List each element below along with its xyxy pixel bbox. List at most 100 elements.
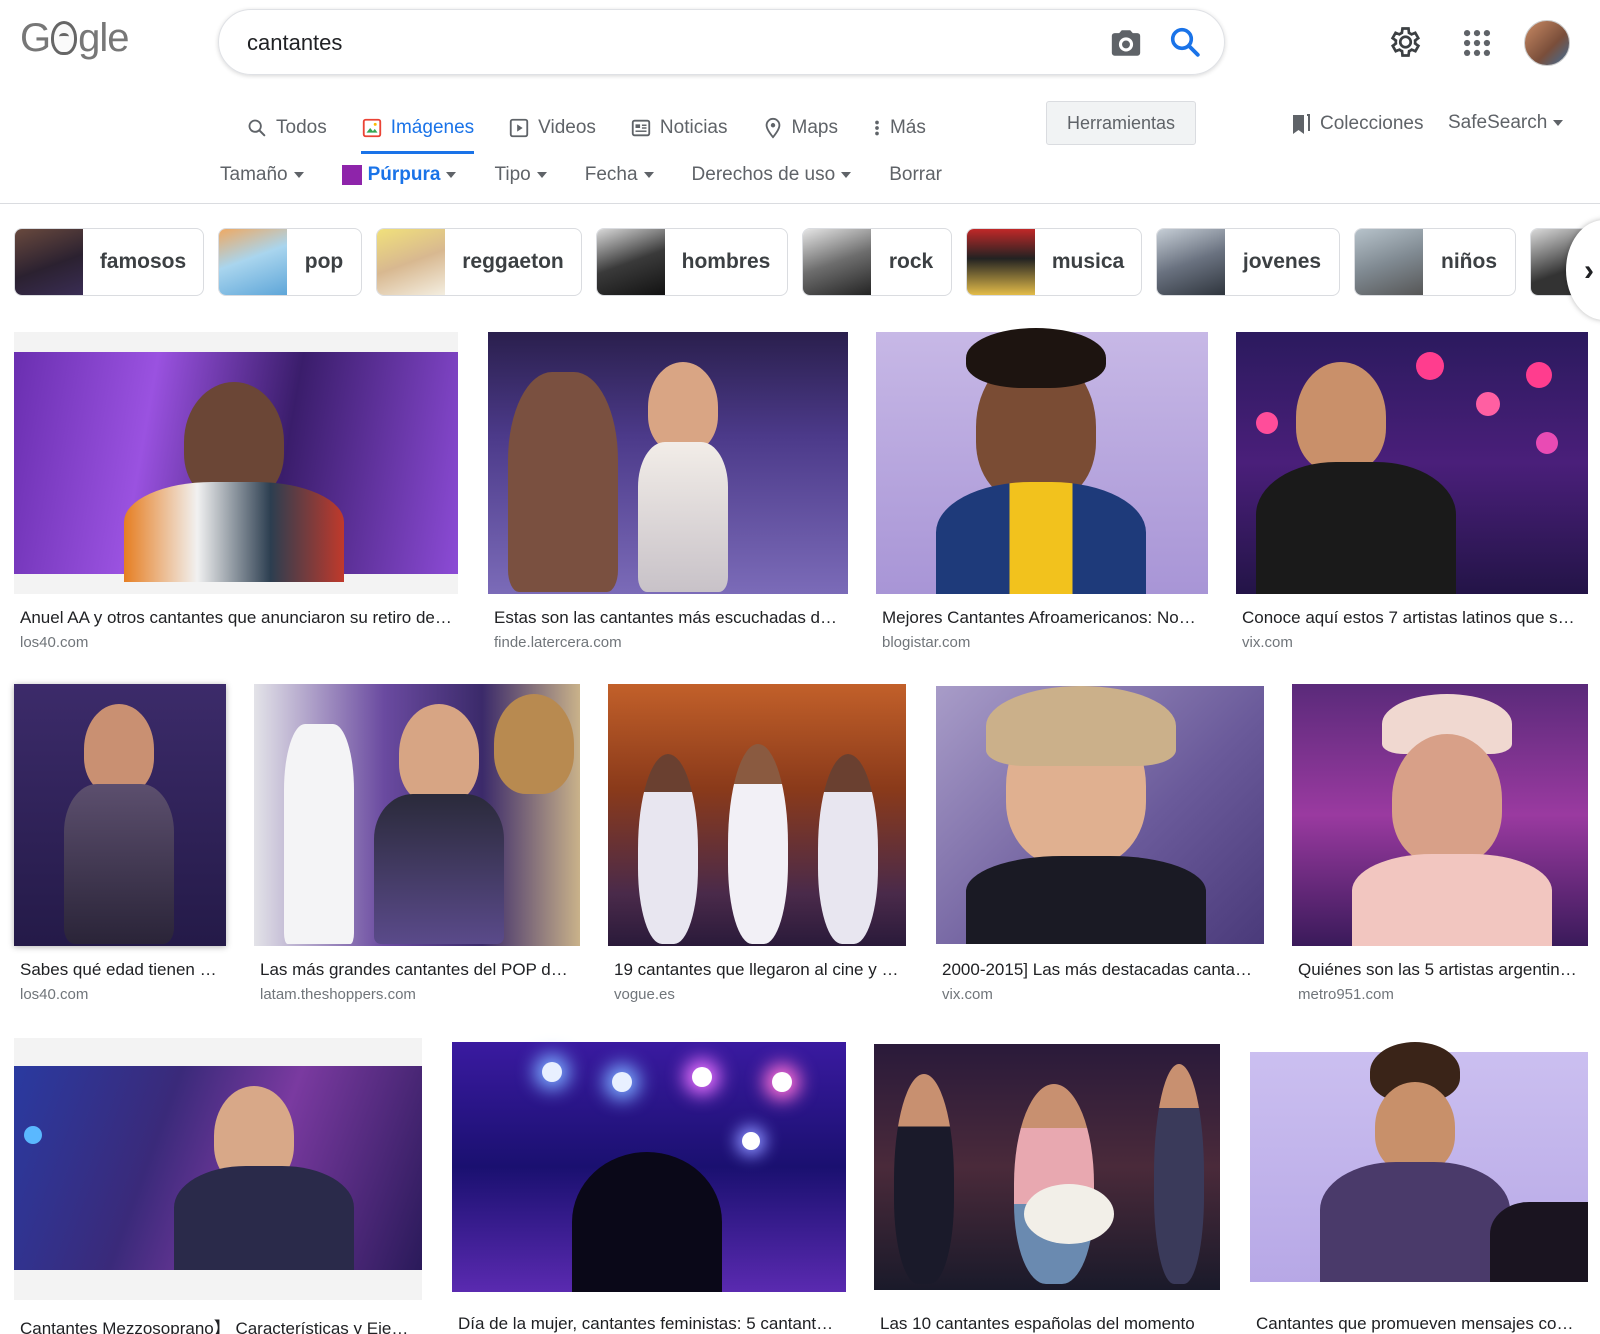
result-image: [876, 328, 1208, 594]
chip-musica[interactable]: musica: [966, 228, 1142, 296]
tab-label: Noticias: [659, 117, 728, 138]
chip-famosos[interactable]: famosos: [14, 228, 204, 296]
chip-label: rock: [888, 250, 934, 273]
apps-grid-icon[interactable]: [1460, 26, 1494, 60]
image-result[interactable]: Quiénes son las 5 artistas argentinas má…: [1292, 684, 1588, 1004]
result-caption: Cantantes que promueven mensajes con su …: [1256, 1314, 1582, 1333]
account-avatar[interactable]: [1524, 20, 1570, 66]
filter-type[interactable]: Tipo: [494, 164, 547, 186]
search-icon[interactable]: [1167, 24, 1203, 60]
result-source: vogue.es: [614, 986, 675, 1003]
video-icon: [509, 118, 529, 138]
filter-usage-rights[interactable]: Derechos de uso: [692, 164, 852, 186]
chip-label: hombres: [681, 250, 771, 273]
result-caption: Anuel AA y otros cantantes que anunciaro…: [20, 608, 452, 627]
image-result[interactable]: Anuel AA y otros cantantes que anunciaro…: [14, 332, 458, 652]
result-caption: Quiénes son las 5 artistas argentinas má…: [1298, 960, 1582, 979]
result-source: los40.com: [20, 634, 89, 651]
camera-icon[interactable]: [1109, 26, 1143, 60]
tab-label: Todos: [276, 117, 327, 138]
result-source: latam.theshoppers.com: [260, 986, 416, 1003]
result-caption: Día de la mujer, cantantes feministas: 5…: [458, 1314, 840, 1333]
image-result[interactable]: Mejores Cantantes Afroamericanos: Nombre…: [876, 328, 1208, 652]
tab-noticias[interactable]: Noticias: [630, 108, 728, 148]
chip-rock[interactable]: rock: [802, 228, 952, 296]
tab-label: Maps: [791, 117, 838, 138]
google-logo[interactable]: Ggle: [20, 16, 130, 61]
tab-label: Más: [889, 117, 926, 138]
tab-imagenes[interactable]: Imágenes: [360, 108, 475, 154]
result-source: metro951.com: [1298, 986, 1394, 1003]
filter-size[interactable]: Tamaño: [220, 164, 304, 186]
result-caption: 2000-2015] Las más destacadas cantantes …: [942, 960, 1258, 979]
caret-down-icon: [536, 172, 547, 178]
filter-bar: Tamaño Púrpura Tipo Fecha Derechos de us…: [220, 160, 980, 190]
image-result[interactable]: Día de la mujer, cantantes feministas: 5…: [452, 1038, 846, 1334]
chip-label: jovenes: [1242, 250, 1322, 273]
tab-todos[interactable]: Todos: [246, 108, 327, 148]
tools-button[interactable]: Herramientas: [1046, 101, 1196, 145]
chip-label: pop: [304, 250, 344, 273]
caret-down-icon: [293, 172, 304, 178]
caret-down-icon: [1553, 120, 1564, 126]
result-caption: Las 10 cantantes españolas del momento: [880, 1314, 1195, 1333]
tab-maps[interactable]: Maps: [762, 108, 838, 148]
image-result[interactable]: Cantantes que promueven mensajes con su …: [1250, 1038, 1588, 1334]
clear-filters-link[interactable]: Borrar: [889, 164, 942, 186]
tab-videos[interactable]: Videos: [508, 108, 596, 148]
map-pin-icon: [765, 117, 780, 139]
result-image: [1292, 684, 1588, 946]
color-swatch: [341, 165, 362, 185]
image-result[interactable]: Cantantes Mezzosoprano】 Características …: [14, 1038, 422, 1334]
chip-pop[interactable]: pop: [218, 228, 362, 296]
chip-jovenes[interactable]: jovenes: [1156, 228, 1340, 296]
chip-thumbnail: [597, 229, 665, 295]
collections-link[interactable]: Colecciones: [1290, 112, 1424, 136]
filter-date[interactable]: Fecha: [585, 164, 654, 186]
filter-color[interactable]: Púrpura: [341, 164, 457, 186]
result-source: blogistar.com: [882, 634, 971, 651]
search-tabs: Todos Imágenes Videos Noticias Maps Más: [246, 108, 960, 154]
result-image: [1250, 1042, 1588, 1282]
safesearch-dropdown[interactable]: SafeSearch: [1448, 112, 1564, 134]
result-image: [452, 1042, 846, 1292]
result-image: [1236, 332, 1588, 594]
tab-mas[interactable]: Más: [872, 108, 926, 148]
result-source: finde.latercera.com: [494, 634, 622, 651]
result-image: [254, 684, 580, 946]
image-result[interactable]: Las más grandes cantantes del POP de la …: [254, 684, 580, 1004]
tab-label: Imágenes: [390, 117, 475, 138]
result-image: [14, 332, 458, 594]
filter-label: Derechos de uso: [691, 164, 836, 185]
caret-down-icon: [841, 172, 852, 178]
chip-reggaeton[interactable]: reggaeton: [376, 228, 582, 296]
chip-thumbnail: [377, 229, 445, 295]
filter-label: Tamaño: [220, 164, 288, 185]
image-result[interactable]: Conoce aquí estos 7 artistas latinos que…: [1236, 332, 1588, 652]
chevron-right-icon: ›: [1584, 254, 1594, 287]
result-image: [936, 686, 1264, 944]
chip-hombres[interactable]: hombres: [596, 228, 788, 296]
result-image: [488, 332, 848, 594]
result-caption: Mejores Cantantes Afroamericanos: Nombre…: [882, 608, 1202, 627]
image-result[interactable]: 2000-2015] Las más destacadas cantantes …: [936, 684, 1264, 1004]
result-caption: Estas son las cantantes más escuchadas d…: [494, 608, 842, 627]
gear-icon[interactable]: [1386, 24, 1422, 60]
chip-label: famosos: [99, 250, 187, 273]
chip-ninos[interactable]: niños: [1354, 228, 1516, 296]
caret-down-icon: [643, 172, 654, 178]
image-result[interactable]: Sabes qué edad tienen tus cantantes favo…: [14, 684, 226, 1004]
chip-label: musica: [1051, 250, 1125, 273]
result-source: vix.com: [942, 986, 993, 1003]
chip-thumbnail: [219, 229, 287, 295]
result-image: [608, 684, 906, 946]
bookmark-icon: [1293, 114, 1310, 134]
result-caption: Conoce aquí estos 7 artistas latinos que…: [1242, 608, 1582, 627]
search-input[interactable]: [247, 26, 1067, 60]
tab-label: Videos: [538, 117, 596, 138]
image-result[interactable]: Las 10 cantantes españolas del momento: [874, 1038, 1220, 1334]
image-result[interactable]: 19 cantantes que llegaron al cine y triu…: [608, 684, 906, 1004]
chip-label: niños: [1441, 250, 1497, 273]
image-result[interactable]: Estas son las cantantes más escuchadas d…: [488, 332, 848, 652]
result-image: [14, 1038, 422, 1300]
